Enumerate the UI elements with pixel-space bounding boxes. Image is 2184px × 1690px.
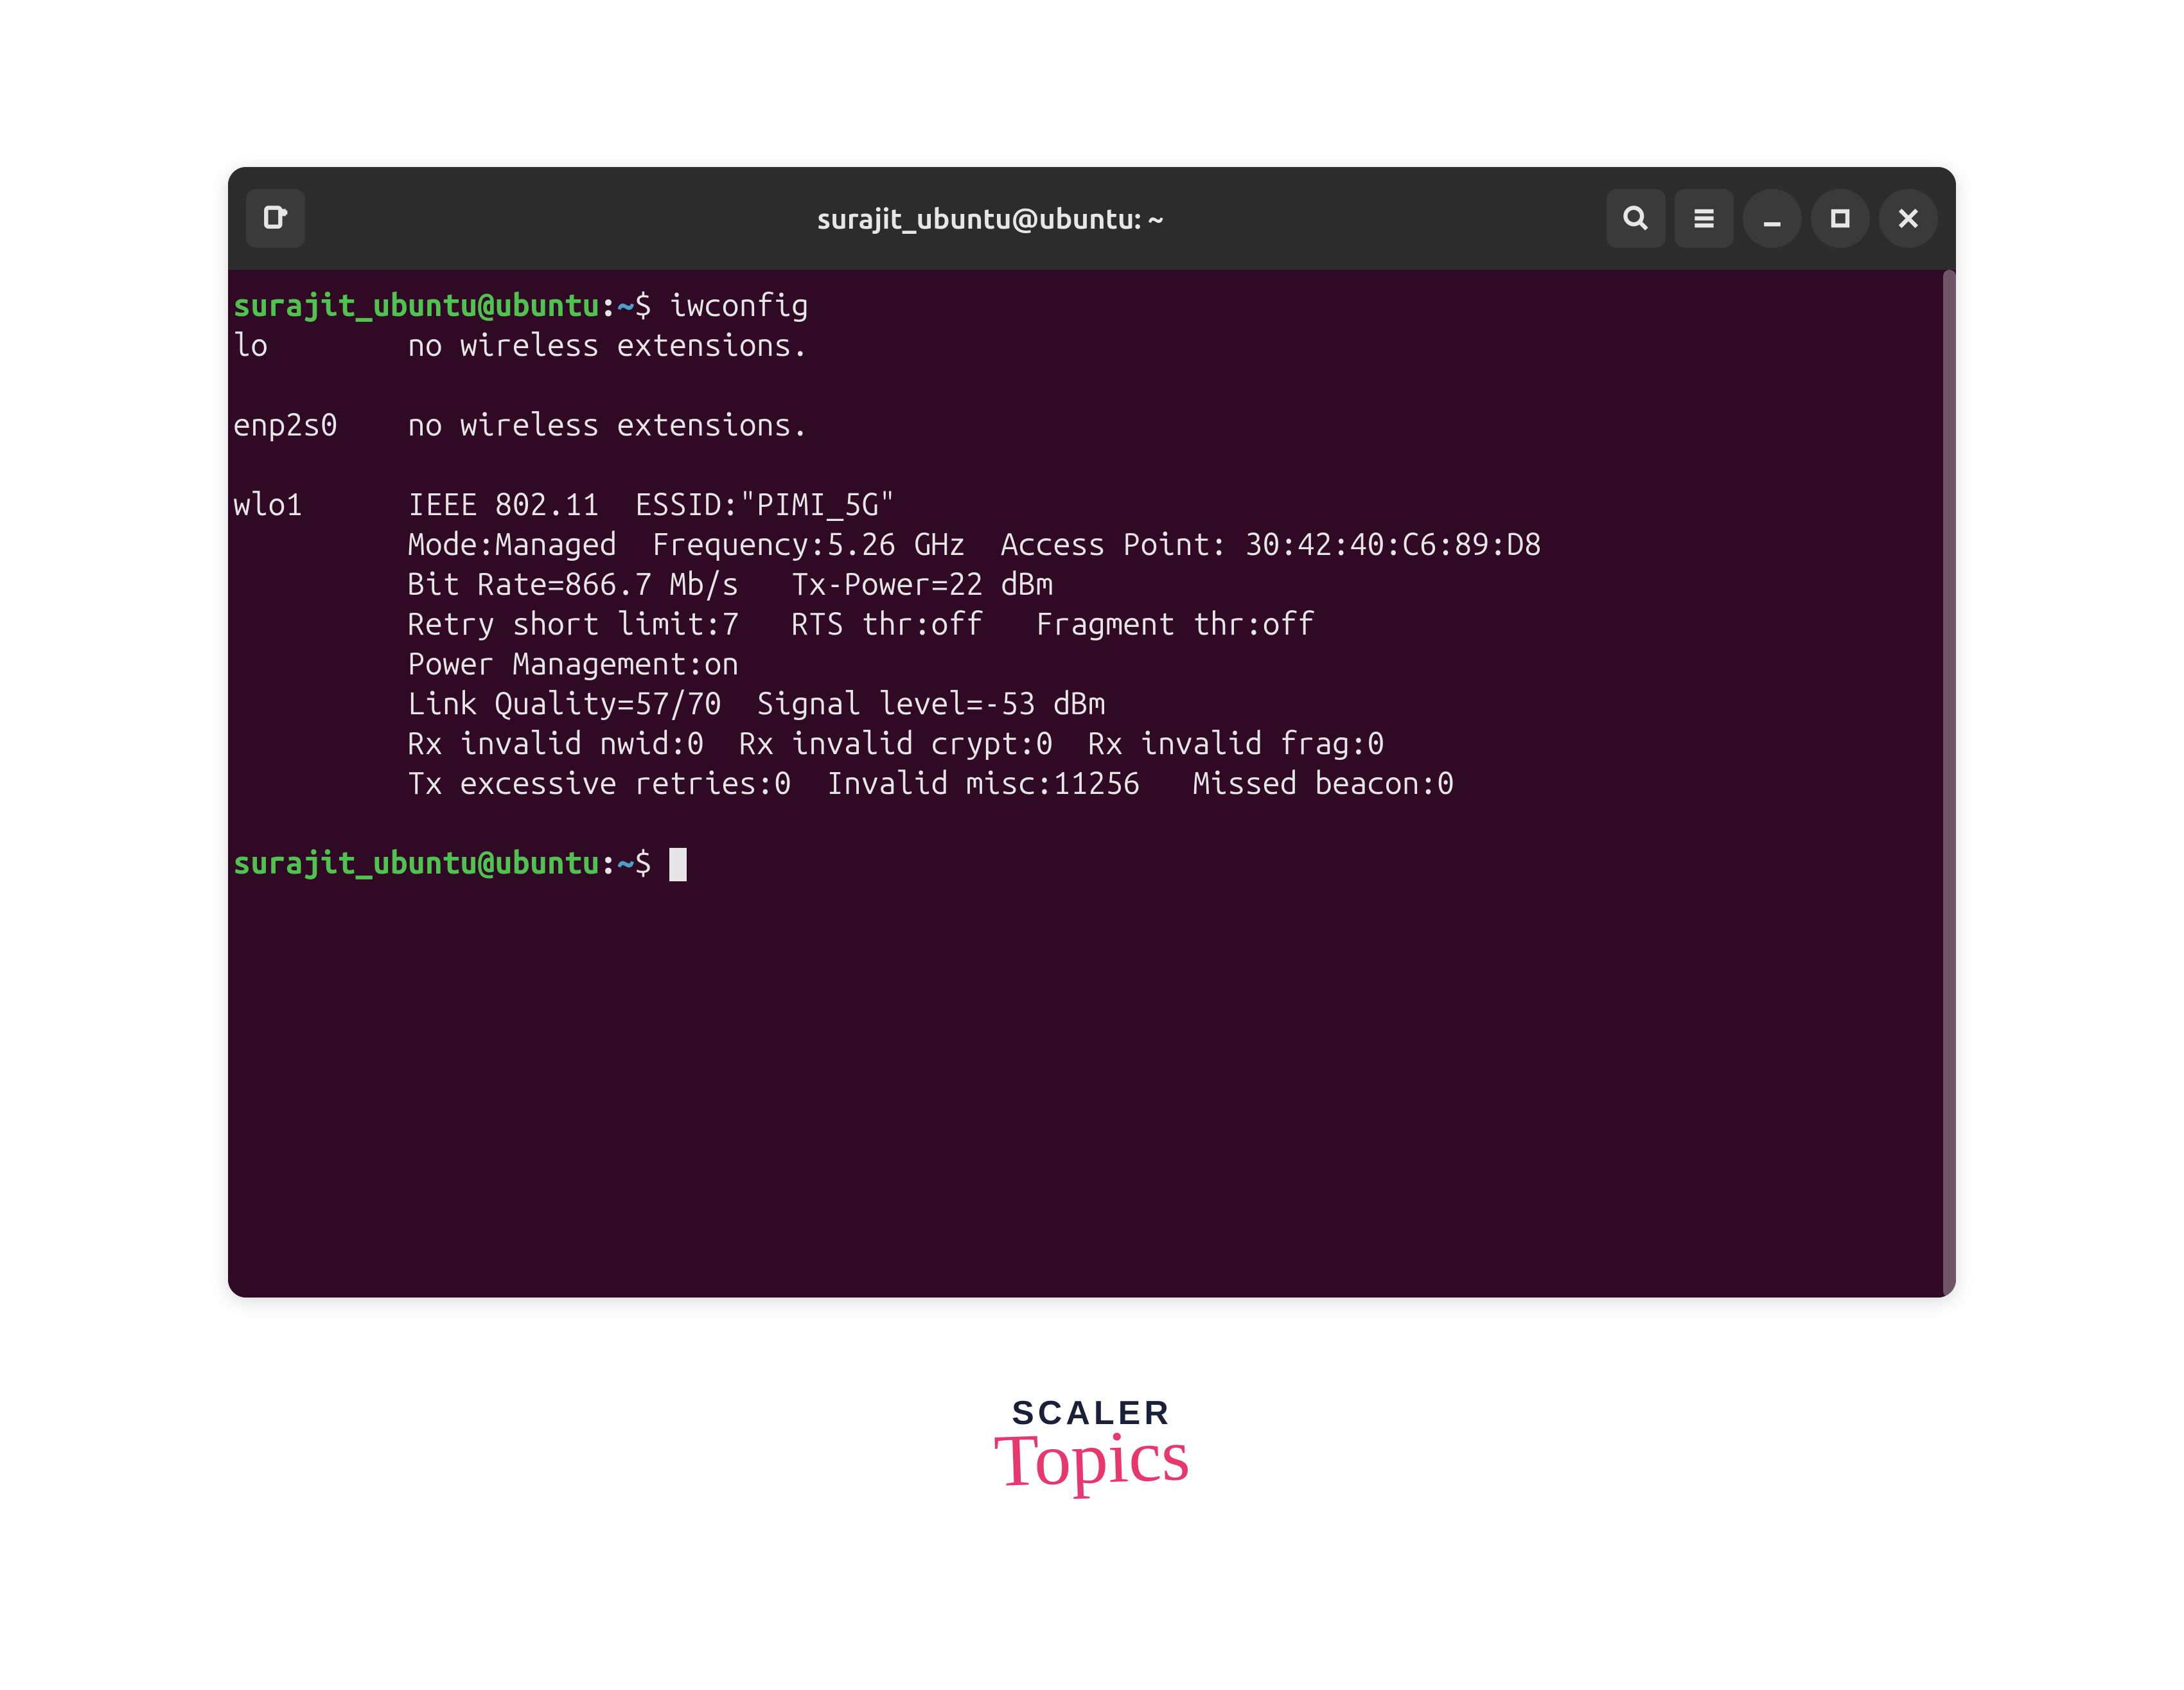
iface-name: enp2s0 <box>233 407 338 442</box>
prompt-colon: : <box>599 845 617 880</box>
search-button[interactable] <box>1607 189 1666 248</box>
cursor <box>669 848 687 881</box>
prompt-path: ~ <box>617 845 635 880</box>
close-button[interactable] <box>1879 189 1938 248</box>
iface-name: lo <box>233 328 268 362</box>
prompt-user-host: surajit_ubuntu@ubuntu <box>233 845 599 880</box>
iface-name: wlo1 <box>233 487 303 522</box>
new-tab-button[interactable] <box>246 189 305 248</box>
menu-button[interactable] <box>1675 189 1734 248</box>
terminal-window: surajit_ubuntu@ubuntu: ~ <box>228 167 1956 1298</box>
search-icon <box>1622 204 1650 233</box>
iface-line: Rx invalid nwid:0 Rx invalid crypt:0 Rx … <box>408 726 1385 761</box>
prompt-colon: : <box>599 288 617 322</box>
maximize-button[interactable] <box>1811 189 1870 248</box>
iface-line: IEEE 802.11 ESSID:"PIMI_5G" <box>408 487 896 522</box>
logo-line2: Topics <box>962 1420 1221 1495</box>
titlebar-right <box>1607 189 1938 248</box>
iface-line: Mode:Managed Frequency:5.26 GHz Access P… <box>408 527 1542 561</box>
iface-line: Tx excessive retries:0 Invalid misc:1125… <box>408 766 1455 800</box>
prompt-dollar: $ <box>635 845 652 880</box>
new-tab-icon <box>261 204 290 233</box>
iface-line: Retry short limit:7 RTS thr:off Fragment… <box>408 606 1315 641</box>
page: surajit_ubuntu@ubuntu: ~ <box>0 0 2184 1690</box>
titlebar-left <box>246 189 374 248</box>
maximize-icon <box>1826 204 1854 233</box>
scrollbar[interactable] <box>1943 270 1956 1298</box>
iface-line: no wireless extensions. <box>408 328 809 362</box>
command-text: iwconfig <box>669 288 809 322</box>
iface-line: Power Management:on <box>408 646 739 681</box>
terminal-body[interactable]: surajit_ubuntu@ubuntu:~$ iwconfig lo no … <box>228 270 1956 1298</box>
iface-line: Link Quality=57/70 Signal level=-53 dBm <box>408 686 1105 721</box>
minimize-icon <box>1758 204 1786 233</box>
iface-line: no wireless extensions. <box>408 407 809 442</box>
close-icon <box>1894 204 1923 233</box>
prompt-user-host: surajit_ubuntu@ubuntu <box>233 288 599 322</box>
prompt-path: ~ <box>617 288 635 322</box>
scaler-topics-logo: SCALER Topics <box>964 1394 1220 1548</box>
prompt-dollar: $ <box>635 288 652 322</box>
minimize-button[interactable] <box>1743 189 1802 248</box>
hamburger-icon <box>1690 204 1718 233</box>
iface-line: Bit Rate=866.7 Mb/s Tx-Power=22 dBm <box>408 567 1053 601</box>
window-titlebar: surajit_ubuntu@ubuntu: ~ <box>228 167 1956 270</box>
window-title: surajit_ubuntu@ubuntu: ~ <box>383 203 1598 234</box>
